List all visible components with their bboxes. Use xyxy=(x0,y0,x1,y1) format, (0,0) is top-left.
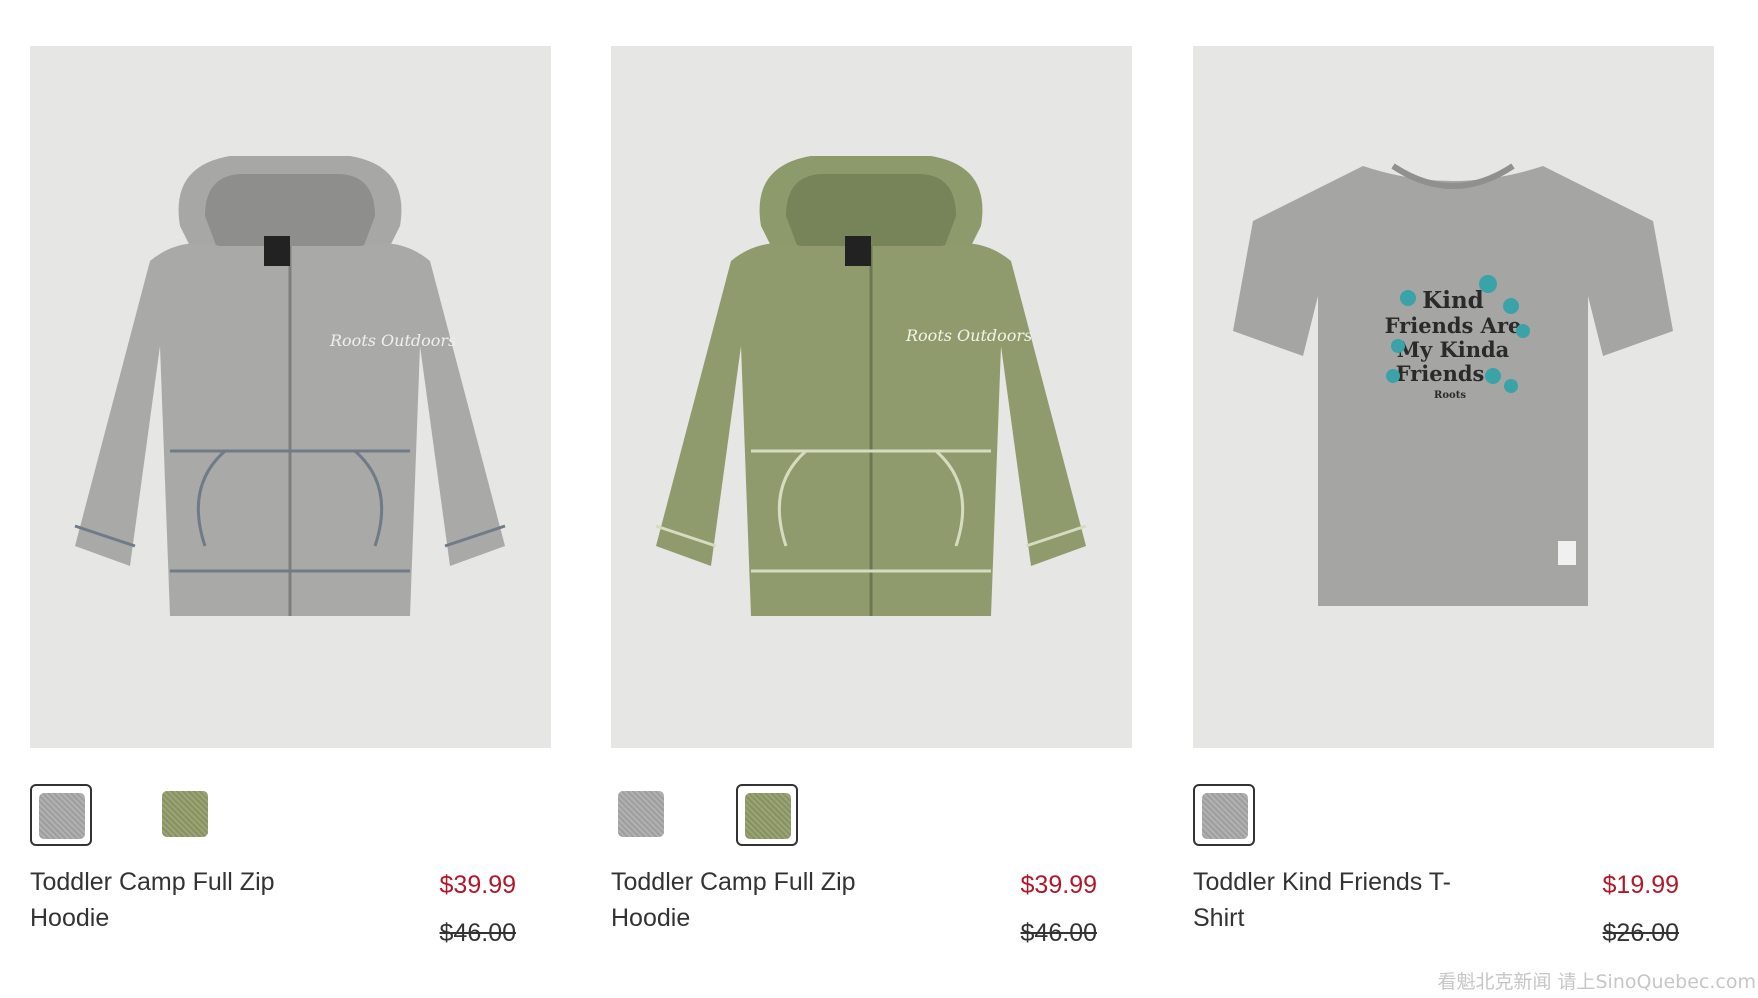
graphic-text-line-2: Friends Are xyxy=(1385,313,1522,338)
color-swatches xyxy=(30,784,551,848)
product-name[interactable]: Toddler Camp Full Zip Hoodie xyxy=(611,864,901,936)
svg-text:Roots Outdoors: Roots Outdoors xyxy=(329,331,456,350)
product-name[interactable]: Toddler Camp Full Zip Hoodie xyxy=(30,864,320,936)
graphic-text-line-3: My Kinda xyxy=(1397,337,1510,362)
color-swatches xyxy=(611,784,1132,848)
watermark-text: 看魁北克新闻 请上SinoQuebec.com xyxy=(1437,971,1756,993)
product-card: Roots Outdoors Toddler Camp Full Zip Hoo… xyxy=(30,46,551,947)
tshirt-grey-illustration: Kind Friends Are My Kinda Friends Roots xyxy=(1193,46,1714,748)
original-price: $46.00 xyxy=(1020,919,1097,947)
product-image-green-hoodie[interactable]: Roots Outdoors xyxy=(611,46,1132,748)
swatch-green[interactable] xyxy=(155,784,217,846)
swatch-green[interactable] xyxy=(736,784,798,846)
product-card: Kind Friends Are My Kinda Friends Roots xyxy=(1193,46,1714,947)
sale-price: $39.99 xyxy=(1020,871,1097,899)
product-image-grey-tshirt[interactable]: Kind Friends Are My Kinda Friends Roots xyxy=(1193,46,1714,748)
hoodie-grey-illustration: Roots Outdoors xyxy=(30,46,551,748)
sale-price: $19.99 xyxy=(1602,871,1679,899)
graphic-text-line-4: Friends xyxy=(1396,361,1485,386)
swatch-chip-green xyxy=(745,793,791,839)
svg-text:Roots Outdoors: Roots Outdoors xyxy=(905,326,1032,345)
graphic-text-line-1: Kind xyxy=(1422,287,1484,314)
swatch-grey[interactable] xyxy=(611,784,673,846)
original-price: $26.00 xyxy=(1602,919,1679,947)
product-grid: Roots Outdoors Toddler Camp Full Zip Hoo… xyxy=(30,46,1728,947)
color-swatches xyxy=(1193,784,1714,848)
swatch-chip-grey xyxy=(618,791,664,837)
hoodie-green-illustration: Roots Outdoors xyxy=(611,46,1132,748)
swatch-grey[interactable] xyxy=(30,784,92,846)
swatch-chip-grey xyxy=(39,793,85,839)
swatch-grey[interactable] xyxy=(1193,784,1255,846)
swatch-chip-grey xyxy=(1202,793,1248,839)
product-card: Roots Outdoors Toddler Camp Full Zip Hoo… xyxy=(611,46,1132,947)
product-image-grey-hoodie[interactable]: Roots Outdoors xyxy=(30,46,551,748)
graphic-text-line-5: Roots xyxy=(1434,390,1466,401)
product-name[interactable]: Toddler Kind Friends T-Shirt xyxy=(1193,864,1483,936)
swatch-chip-green xyxy=(162,791,208,837)
original-price: $46.00 xyxy=(439,919,516,947)
sale-price: $39.99 xyxy=(439,871,516,899)
label-tag xyxy=(1558,541,1576,565)
